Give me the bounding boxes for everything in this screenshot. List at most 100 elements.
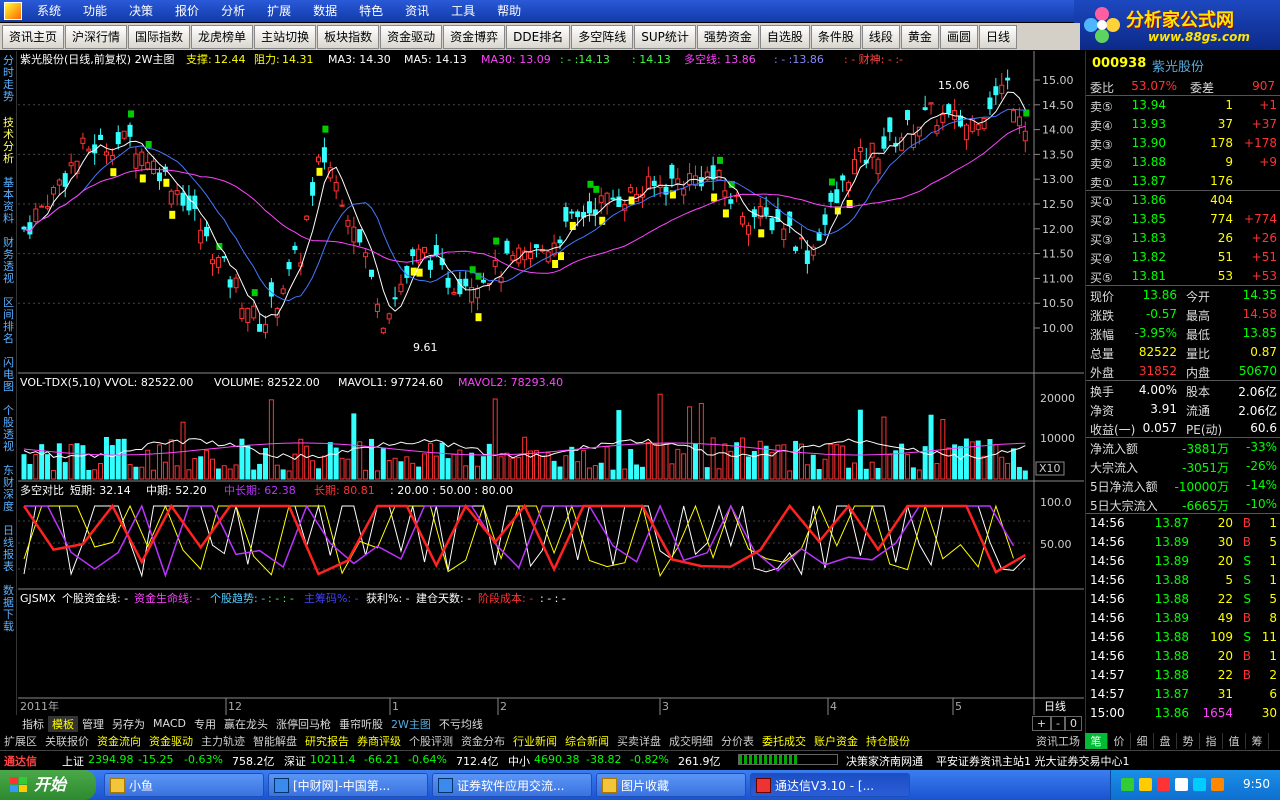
ext-price-table[interactable]: 分价表 [717, 733, 758, 749]
tab-no-loss-ma[interactable]: 不亏均线 [435, 716, 487, 732]
tray-alert-icon[interactable] [1157, 778, 1170, 791]
vtab-stock-view[interactable]: 个股透视 [0, 405, 17, 453]
ext-area[interactable]: 扩展区 [0, 733, 41, 749]
task-pictures[interactable]: 图片收藏 [596, 773, 746, 797]
menu-quote[interactable]: 报价 [164, 0, 210, 22]
period-label[interactable]: 日线 [1044, 699, 1066, 713]
vtab-daily-report[interactable]: 日线报表 [0, 525, 17, 573]
kline-chart-svg[interactable]: 紫光股份(日线,前复权) 2W主图 支撑: 12.44 阻力: 14.31 MA… [18, 51, 1084, 715]
tb-watchlist[interactable]: 自选股 [759, 24, 810, 49]
side-tab-book[interactable]: 盘 [1154, 733, 1177, 749]
menu-data[interactable]: 数据 [302, 0, 348, 22]
zoom-out-button[interactable]: - [1051, 716, 1065, 731]
ext-trade-detail[interactable]: 成交明细 [665, 733, 717, 749]
ext-stock-eval[interactable]: 个股评测 [405, 733, 457, 749]
vtab-technical[interactable]: 技术分析 [0, 117, 17, 165]
tb-sh-sz-quotes[interactable]: 沪深行情 [65, 24, 128, 49]
tab-special[interactable]: 专用 [190, 716, 220, 732]
tray-security-icon[interactable] [1211, 778, 1224, 791]
tab-template[interactable]: 模板 [48, 715, 78, 732]
task-xiaoyu[interactable]: 小鱼 [104, 773, 264, 797]
tb-intl-index[interactable]: 国际指数 [128, 24, 191, 49]
tab-save-as[interactable]: 另存为 [108, 716, 149, 732]
side-tab-trades[interactable]: 笔 [1085, 733, 1108, 749]
vtab-intraday[interactable]: 分时走势 [0, 55, 17, 103]
tb-draw-circle[interactable]: 画圆 [939, 24, 978, 49]
tray-messenger-icon[interactable] [1193, 778, 1206, 791]
ext-related-quote[interactable]: 关联报价 [41, 733, 93, 749]
tb-fund-drive[interactable]: 资金驱动 [380, 24, 443, 49]
tb-server-switch[interactable]: 主站切换 [254, 24, 317, 49]
menu-special[interactable]: 特色 [348, 0, 394, 22]
tb-news-home[interactable]: 资讯主页 [2, 24, 65, 49]
menu-function[interactable]: 功能 [72, 0, 118, 22]
price-axis: 15.00 14.50 14.00 13.50 13.00 12.50 12.00 11.50… [1034, 74, 1074, 335]
tb-line-segment[interactable]: 线段 [861, 24, 900, 49]
side-tab-chips[interactable]: 筹 [1246, 733, 1269, 749]
ext-rating[interactable]: 券商评级 [353, 733, 405, 749]
ext-research[interactable]: 研究报告 [301, 733, 353, 749]
tb-daily[interactable]: 日线 [978, 24, 1017, 49]
menu-help[interactable]: 帮助 [486, 0, 532, 22]
vtab-finance[interactable]: 财务透视 [0, 237, 17, 285]
tab-curtain[interactable]: 垂帘听股 [335, 716, 387, 732]
vtab-basic-info[interactable]: 基本资料 [0, 177, 17, 225]
vtab-flash-chart[interactable]: 闪电图 [0, 357, 17, 393]
tab-limit-up[interactable]: 涨停回马枪 [272, 716, 335, 732]
ext-fund-distribution[interactable]: 资金分布 [457, 733, 509, 749]
tab-macd[interactable]: MACD [149, 717, 190, 730]
side-tab-value[interactable]: 值 [1223, 733, 1246, 749]
ask-volume: 9 [1225, 155, 1233, 169]
ext-general-news[interactable]: 综合新闻 [561, 733, 613, 749]
side-tab-price[interactable]: 价 [1108, 733, 1131, 749]
menu-analysis[interactable]: 分析 [210, 0, 256, 22]
ext-smart-analysis[interactable]: 智能解盘 [249, 733, 301, 749]
task-cfi[interactable]: [中财网]-中国第... [268, 773, 428, 797]
tab-indicator[interactable]: 指标 [18, 716, 48, 732]
tab-win-leader[interactable]: 赢在龙头 [220, 716, 272, 732]
tab-2w-main[interactable]: 2W主图 [387, 716, 435, 732]
tb-dde-rank[interactable]: DDE排名 [506, 24, 571, 49]
tray-ime-icon[interactable] [1139, 778, 1152, 791]
ext-order-book[interactable]: 买卖详盘 [613, 733, 665, 749]
tb-strong-fund[interactable]: 强势资金 [696, 24, 759, 49]
vtab-range-rank[interactable]: 区间排名 [0, 297, 17, 345]
tb-gold[interactable]: 黄金 [900, 24, 939, 49]
chart-area[interactable]: 紫光股份(日线,前复权) 2W主图 支撑: 12.44 阻力: 14.31 MA… [18, 51, 1084, 715]
side-tab-trend[interactable]: 势 [1177, 733, 1200, 749]
menu-extend[interactable]: 扩展 [256, 0, 302, 22]
ma3-line [23, 91, 1026, 319]
tb-sector-index[interactable]: 板块指数 [317, 24, 380, 49]
ext-fund-drive[interactable]: 资金驱动 [145, 733, 197, 749]
ext-holdings[interactable]: 持仓股份 [862, 733, 914, 749]
ext-main-track[interactable]: 主力轨迹 [197, 733, 249, 749]
zoom-reset-button[interactable]: 0 [1065, 716, 1082, 731]
menu-tools[interactable]: 工具 [440, 0, 486, 22]
menu-system[interactable]: 系统 [26, 0, 72, 22]
tb-fund-game[interactable]: 资金博弈 [443, 24, 506, 49]
vtab-depth[interactable]: 东财深度 [0, 465, 17, 513]
task-tdx[interactable]: 通达信V3.10 - [... [750, 773, 910, 797]
menu-decision[interactable]: 决策 [118, 0, 164, 22]
zoom-in-button[interactable]: + [1031, 716, 1052, 731]
tb-condition-stock[interactable]: 条件股 [810, 24, 861, 49]
vtab-data-download[interactable]: 数据下载 [0, 585, 17, 633]
tray-volume-icon[interactable] [1175, 778, 1188, 791]
ext-news-workshop[interactable]: 资讯工场 [1032, 733, 1084, 749]
ext-fund-flow[interactable]: 资金流向 [93, 733, 145, 749]
tb-long-short[interactable]: 多空阵线 [571, 24, 634, 49]
menu-news[interactable]: 资讯 [394, 0, 440, 22]
side-tab-index[interactable]: 指 [1200, 733, 1223, 749]
task-forum[interactable]: 证券软件应用交流... [432, 773, 592, 797]
tab-manage[interactable]: 管理 [78, 716, 108, 732]
side-tab-detail[interactable]: 细 [1131, 733, 1154, 749]
tb-sup-stats[interactable]: SUP统计 [634, 24, 696, 49]
tray-network-icon[interactable] [1121, 778, 1134, 791]
tb-dragon-tiger[interactable]: 龙虎榜单 [191, 24, 254, 49]
bid-label: 买⑤ [1090, 271, 1113, 285]
start-button[interactable]: 开始 [0, 770, 96, 800]
candle-body [174, 190, 180, 195]
ext-account-fund[interactable]: 账户资金 [810, 733, 862, 749]
ext-industry-news[interactable]: 行业新闻 [509, 733, 561, 749]
ext-order-deal[interactable]: 委托成交 [758, 733, 810, 749]
